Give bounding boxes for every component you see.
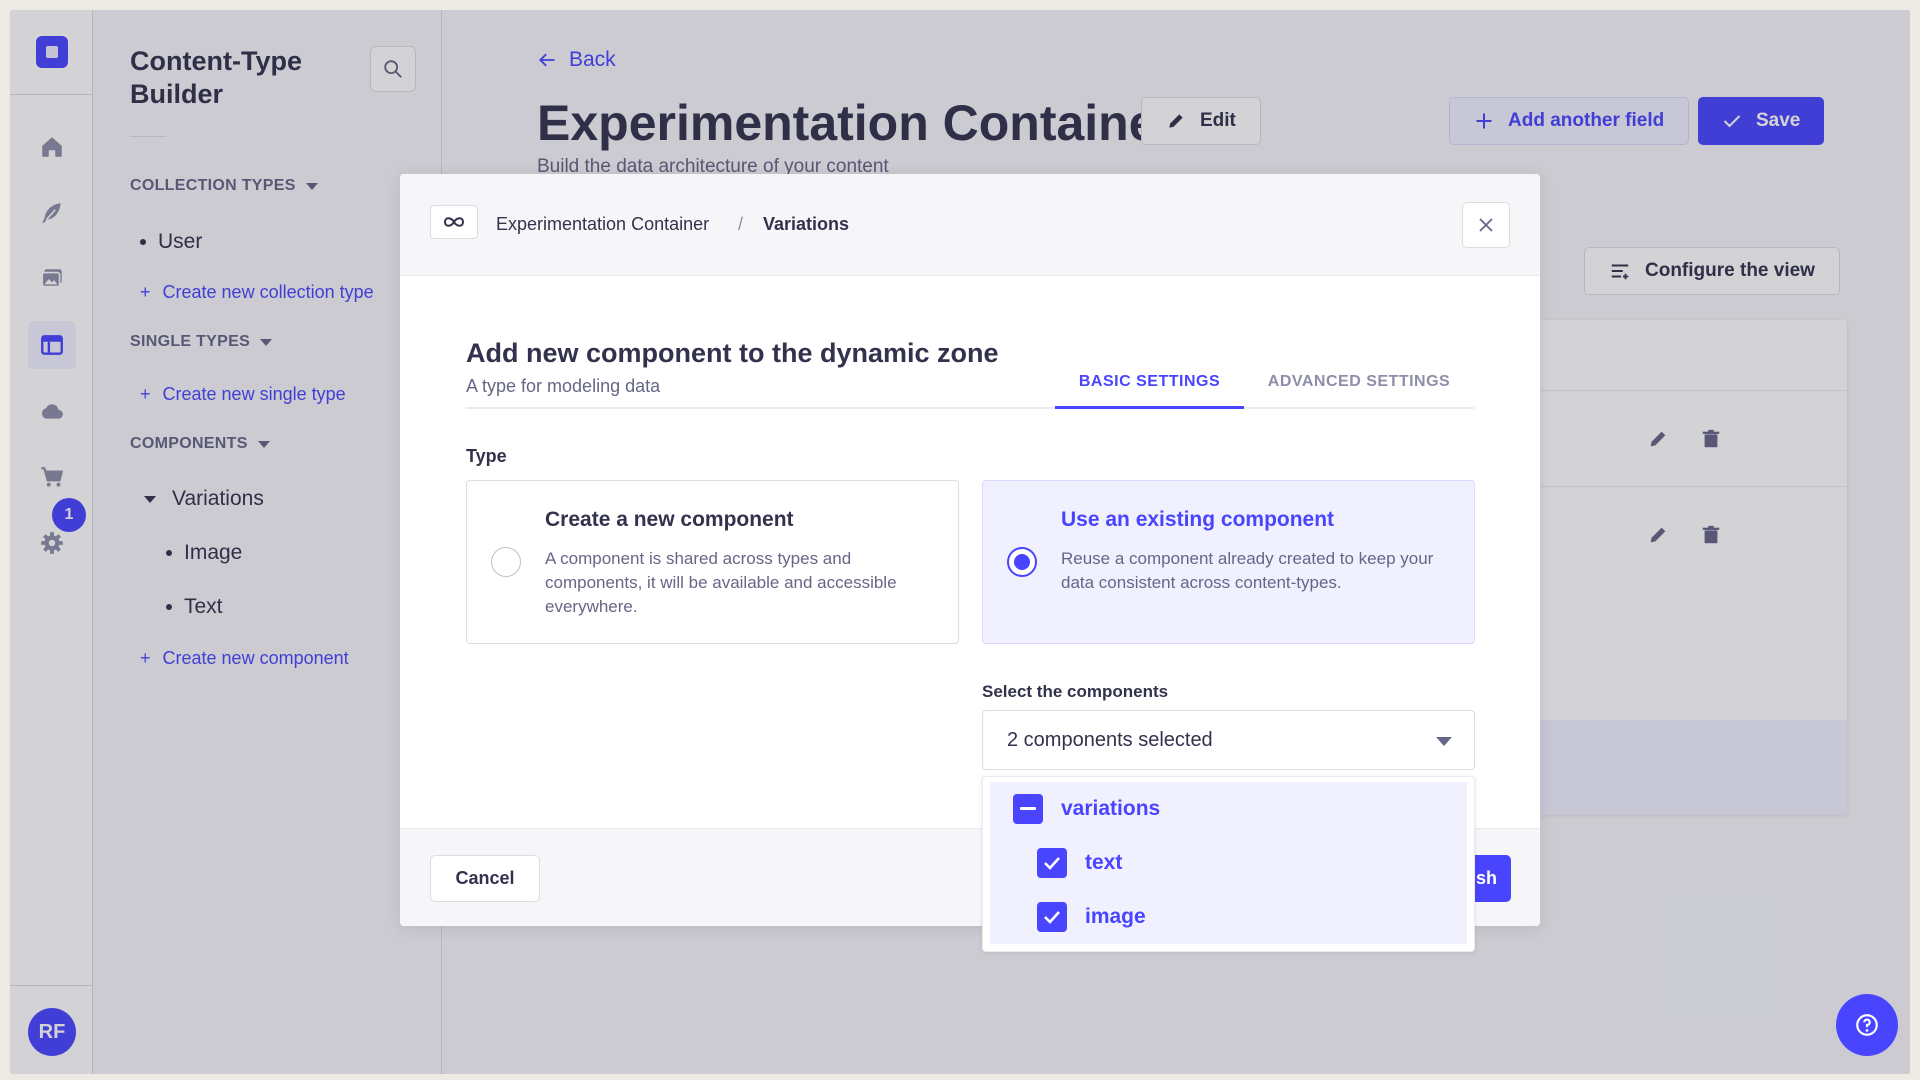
option-title: Use an existing component: [1061, 508, 1335, 531]
checkbox-checked[interactable]: [1037, 902, 1067, 932]
breadcrumb-current: Variations: [763, 214, 850, 234]
tab-basic-settings[interactable]: BASIC SETTINGS: [1055, 362, 1244, 409]
app-window: 1 RF Content-Type Builder COLLECTION TYP…: [10, 10, 1910, 1074]
type-label: Type: [466, 446, 507, 466]
select-value: 2 components selected: [1007, 729, 1213, 751]
tab-advanced-settings[interactable]: ADVANCED SETTINGS: [1244, 362, 1474, 409]
modal-title: Add new component to the dynamic zone: [466, 338, 999, 368]
cancel-button[interactable]: Cancel: [430, 855, 540, 902]
breadcrumb-parent: Experimentation Container: [496, 214, 710, 234]
breadcrumb-separator: /: [738, 214, 744, 234]
chevron-down-icon[interactable]: [1436, 737, 1452, 746]
existing-component-option[interactable]: Use an existing component Reuse a compon…: [982, 480, 1475, 644]
dropdown-group-variations[interactable]: variations: [990, 782, 1467, 836]
indeterminate-checkbox[interactable]: [1013, 794, 1043, 824]
modal-header: Experimentation Container / Variations: [400, 174, 1540, 276]
select-components-label: Select the components: [982, 682, 1169, 701]
close-button[interactable]: [1462, 202, 1510, 248]
create-component-radio[interactable]: [491, 547, 521, 577]
option-label: image: [1085, 905, 1146, 928]
help-button[interactable]: [1836, 994, 1898, 1056]
check-icon: [1044, 911, 1060, 924]
option-title: Create a new component: [545, 508, 794, 531]
option-label: text: [1085, 851, 1123, 874]
dynamic-zone-icon: [430, 205, 478, 239]
close-icon: [1479, 218, 1493, 232]
existing-component-radio[interactable]: [1007, 547, 1037, 577]
components-dropdown: variations text image: [982, 776, 1475, 952]
question-icon: [1856, 1014, 1878, 1036]
checkbox-checked[interactable]: [1037, 848, 1067, 878]
option-description: Reuse a component already created to kee…: [1061, 549, 1434, 592]
dropdown-option-image[interactable]: image: [990, 890, 1467, 944]
modal-subtitle: A type for modeling data: [466, 376, 661, 396]
dropdown-option-text[interactable]: text: [990, 836, 1467, 890]
create-component-option[interactable]: Create a new component A component is sh…: [466, 480, 959, 644]
components-select[interactable]: 2 components selected: [982, 710, 1475, 770]
option-description: A component is shared across types and c…: [545, 549, 897, 616]
group-label: variations: [1061, 797, 1161, 820]
check-icon: [1044, 857, 1060, 870]
